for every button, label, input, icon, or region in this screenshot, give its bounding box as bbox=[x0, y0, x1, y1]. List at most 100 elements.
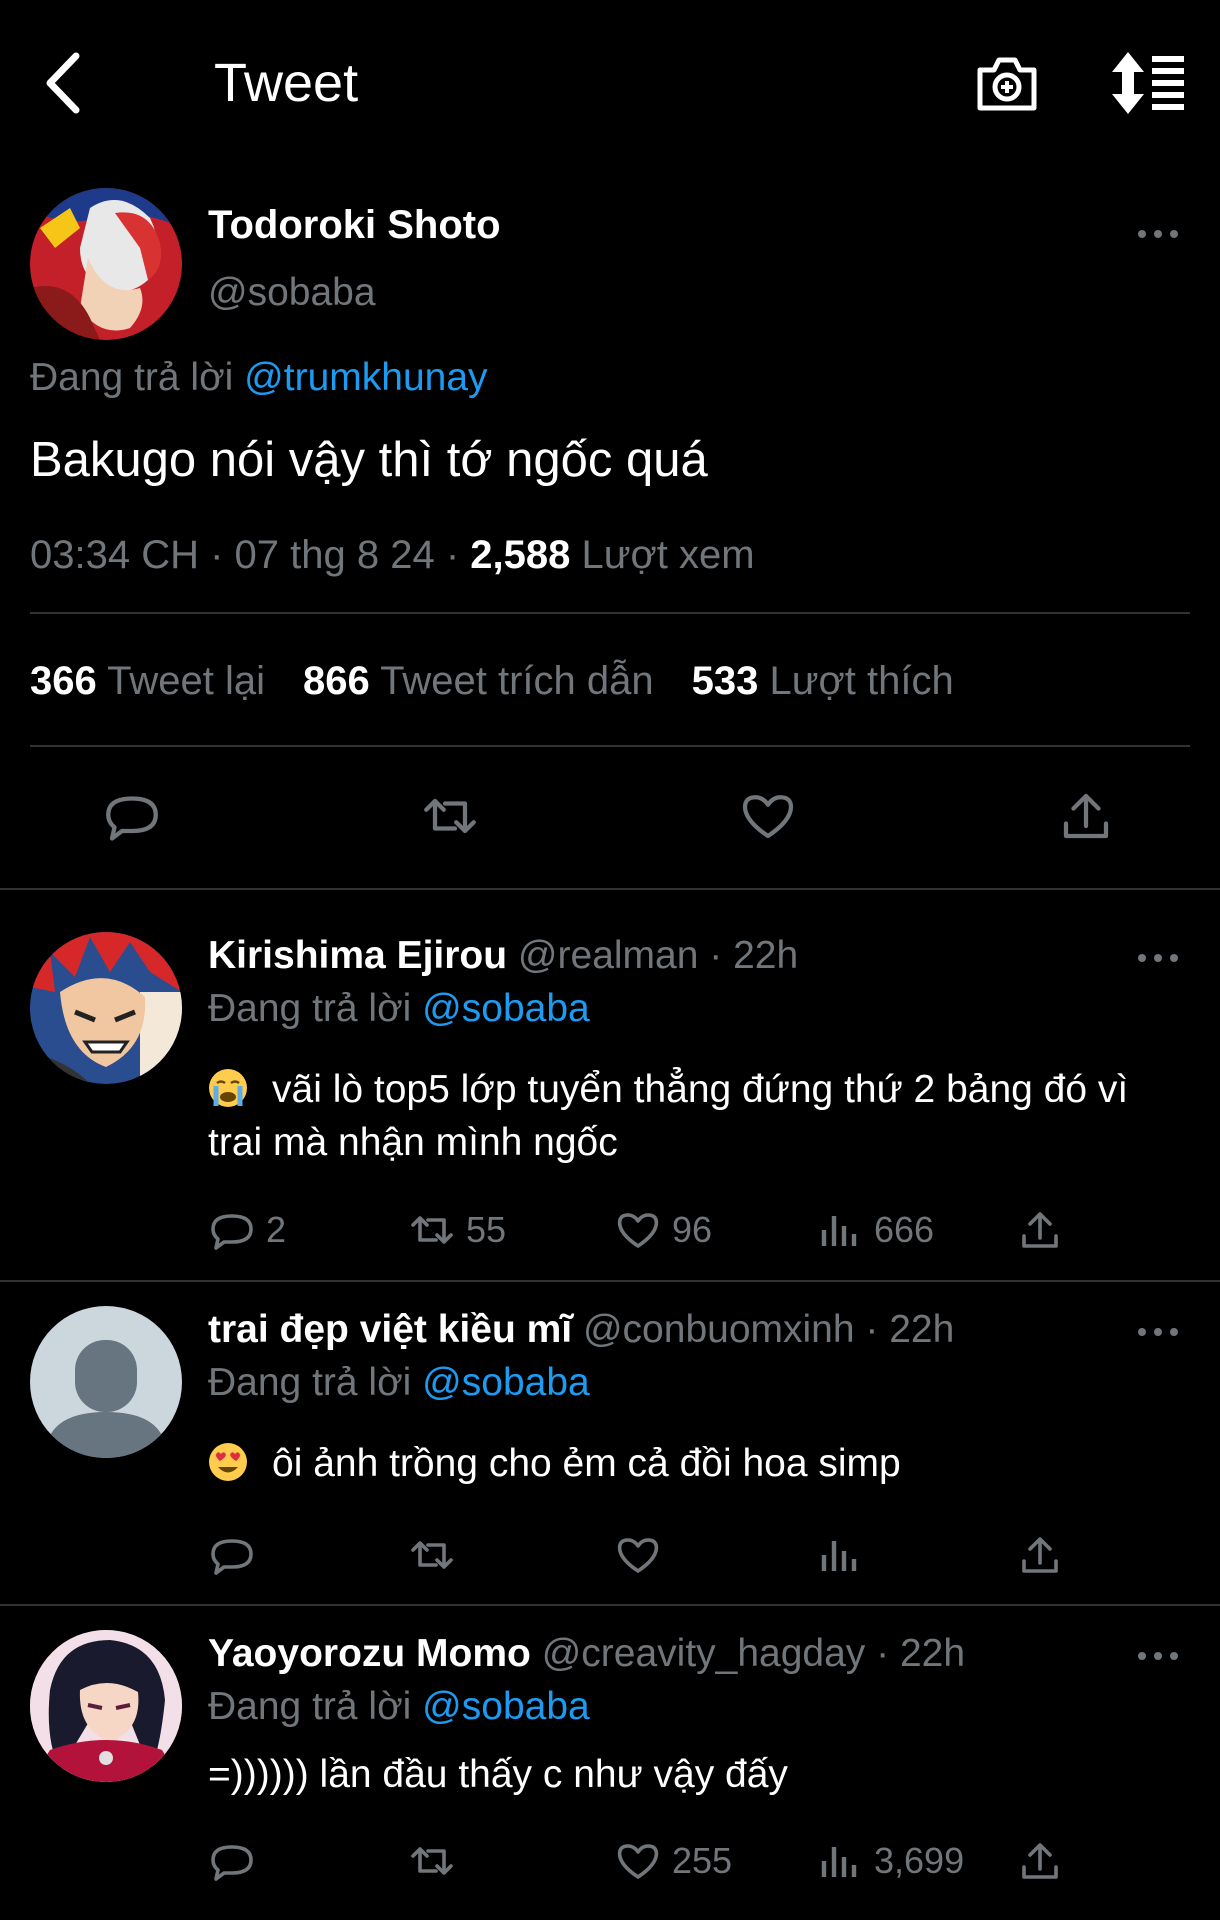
like-button[interactable]: 96 bbox=[614, 1205, 712, 1255]
author-handle[interactable]: @sobaba bbox=[208, 270, 376, 316]
reply-icon bbox=[211, 1539, 253, 1575]
default-avatar[interactable] bbox=[30, 1306, 182, 1458]
reply-author-handle[interactable]: @creavity_hagday bbox=[542, 1632, 866, 1675]
retweet-count: 55 bbox=[466, 1209, 507, 1250]
heart-icon bbox=[742, 795, 794, 839]
reply-header: trai đẹp việt kiều mĩ @conbuomxinh · 22h bbox=[208, 1307, 954, 1353]
more-horizontal-icon bbox=[1138, 1328, 1178, 1336]
replying-to: Đang trả lời @sobaba bbox=[208, 1684, 590, 1730]
like-button[interactable]: 255 bbox=[614, 1836, 732, 1886]
views-button[interactable]: 3,699 bbox=[816, 1836, 964, 1886]
bar-chart-icon bbox=[821, 1216, 857, 1246]
chevron-left-icon bbox=[46, 52, 80, 114]
reply-icon bbox=[211, 1845, 253, 1881]
reply-header: Yaoyorozu Momo @creavity_hagday · 22h bbox=[208, 1631, 965, 1677]
reply-time[interactable]: · 22h bbox=[876, 1632, 965, 1675]
quotes-stat[interactable]: 866 Tweet trích dẫn bbox=[303, 659, 654, 703]
back-button[interactable] bbox=[40, 48, 84, 118]
reply-button[interactable]: 2 bbox=[208, 1205, 286, 1255]
reply-button[interactable] bbox=[208, 1530, 266, 1580]
reply-header: Kirishima Ejirou @realman · 22h bbox=[208, 933, 798, 979]
reply-icon bbox=[106, 796, 158, 841]
more-button[interactable] bbox=[1136, 1644, 1180, 1668]
share-button[interactable] bbox=[1016, 1836, 1074, 1886]
tweet-meta: 03:34 CH · 07 thg 8 24 · 2,588 Lượt xem bbox=[30, 530, 755, 580]
retweet-icon bbox=[424, 798, 476, 834]
reply-time[interactable]: · 22h bbox=[865, 1308, 954, 1351]
heart-eyes-emoji bbox=[209, 1443, 247, 1481]
retweet-icon bbox=[411, 1541, 453, 1569]
camera-plus-icon bbox=[977, 57, 1037, 111]
more-horizontal-icon bbox=[1138, 1652, 1178, 1660]
views-button[interactable]: 666 bbox=[816, 1205, 934, 1255]
reply-time[interactable]: · 22h bbox=[709, 934, 798, 977]
share-button[interactable] bbox=[1056, 786, 1116, 846]
likes-stat[interactable]: 533 Lượt thích bbox=[692, 659, 954, 703]
replying-to: Đang trả lời @trumkhunay bbox=[30, 355, 488, 401]
view-label: Lượt xem bbox=[581, 533, 755, 577]
view-count: 666 bbox=[874, 1209, 935, 1250]
view-count: 3,699 bbox=[874, 1840, 965, 1881]
reply-text-content: ôi ảnh trồng cho ẻm cả đồi hoa simp bbox=[272, 1442, 901, 1485]
reply-button[interactable] bbox=[102, 786, 162, 846]
replying-to-handle[interactable]: @trumkhunay bbox=[244, 356, 487, 399]
replying-to-handle[interactable]: @sobaba bbox=[422, 1685, 590, 1728]
replying-to-label: Đang trả lời bbox=[208, 1685, 412, 1728]
views-button[interactable] bbox=[816, 1530, 874, 1580]
retweet-icon bbox=[411, 1216, 453, 1244]
heart-icon bbox=[617, 1538, 659, 1573]
reply-author-handle[interactable]: @realman bbox=[518, 934, 699, 977]
heart-icon bbox=[617, 1844, 659, 1879]
page-title: Tweet bbox=[214, 53, 359, 113]
heart-icon bbox=[617, 1213, 659, 1248]
author-name[interactable]: Todoroki Shoto bbox=[208, 202, 501, 248]
camera-button[interactable] bbox=[974, 50, 1040, 116]
divider bbox=[0, 1280, 1220, 1282]
more-horizontal-icon bbox=[1138, 954, 1178, 962]
more-button[interactable] bbox=[1136, 222, 1180, 246]
reply-author-name[interactable]: trai đẹp việt kiều mĩ bbox=[208, 1308, 572, 1351]
bar-chart-icon bbox=[821, 1541, 857, 1571]
share-button[interactable] bbox=[1016, 1205, 1074, 1255]
replying-to-label: Đang trả lời bbox=[208, 987, 412, 1030]
avatar[interactable] bbox=[30, 932, 182, 1084]
tweet-stats: 366 Tweet lại 866 Tweet trích dẫn 533 Lượt… bbox=[30, 656, 954, 706]
reply-author-handle[interactable]: @conbuomxinh bbox=[583, 1308, 855, 1351]
retweets-stat[interactable]: 366 Tweet lại bbox=[30, 659, 265, 703]
reply-author-name[interactable]: Kirishima Ejirou bbox=[208, 934, 507, 977]
reply-text: =)))))) lần đầu thấy c như vậy đấy bbox=[208, 1753, 788, 1796]
bar-chart-icon bbox=[821, 1847, 857, 1877]
reply-text: vãi lò top5 lớp tuyển thẳng đứng thứ 2 b… bbox=[208, 1063, 1148, 1169]
divider bbox=[30, 745, 1190, 747]
reply-text-content: vãi lò top5 lớp tuyển thẳng đứng thứ 2 b… bbox=[208, 1068, 1129, 1164]
sort-replies-button[interactable] bbox=[1110, 50, 1186, 116]
tweet-timestamp[interactable]: 03:34 CH · 07 thg 8 24 · bbox=[30, 533, 470, 577]
retweet-button[interactable] bbox=[420, 786, 480, 846]
share-icon bbox=[1022, 1537, 1058, 1573]
share-button[interactable] bbox=[1016, 1530, 1074, 1580]
like-button[interactable] bbox=[738, 786, 798, 846]
reply-author-name[interactable]: Yaoyorozu Momo bbox=[208, 1632, 531, 1675]
like-button[interactable] bbox=[614, 1530, 672, 1580]
replying-to-handle[interactable]: @sobaba bbox=[422, 987, 590, 1030]
more-button[interactable] bbox=[1136, 946, 1180, 970]
divider bbox=[30, 612, 1190, 614]
default-profile-icon bbox=[30, 1306, 182, 1458]
like-count: 255 bbox=[672, 1840, 733, 1881]
more-button[interactable] bbox=[1136, 1320, 1180, 1344]
reply-button[interactable] bbox=[208, 1836, 266, 1886]
divider bbox=[0, 1604, 1220, 1606]
view-count: 2,588 bbox=[470, 533, 571, 577]
retweet-button[interactable] bbox=[408, 1530, 466, 1580]
like-count: 96 bbox=[672, 1209, 713, 1250]
retweet-button[interactable] bbox=[408, 1836, 466, 1886]
share-icon bbox=[1022, 1843, 1058, 1879]
more-horizontal-icon bbox=[1138, 230, 1178, 238]
replying-to: Đang trả lời @sobaba bbox=[208, 986, 590, 1032]
retweet-button[interactable]: 55 bbox=[408, 1205, 506, 1255]
share-icon bbox=[1063, 793, 1109, 839]
avatar[interactable] bbox=[30, 1630, 182, 1782]
avatar[interactable] bbox=[30, 188, 182, 340]
replying-to-handle[interactable]: @sobaba bbox=[422, 1361, 590, 1404]
replying-to-label: Đang trả lời bbox=[30, 356, 234, 399]
